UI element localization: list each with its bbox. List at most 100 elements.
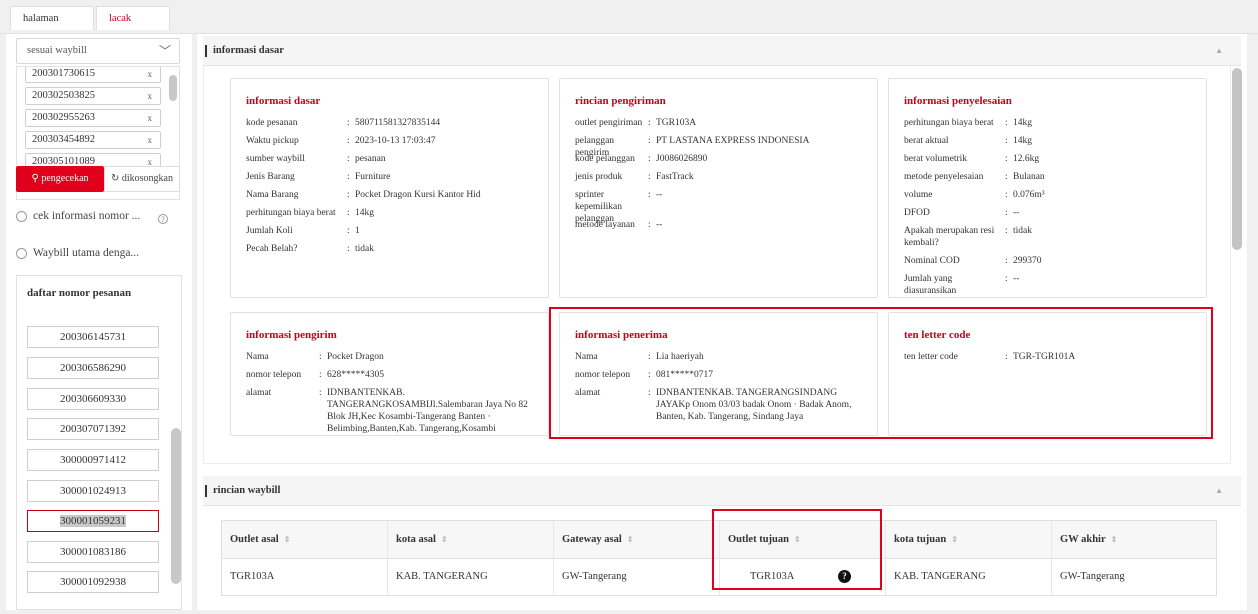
clear-button-label: dikosongkan bbox=[121, 173, 173, 184]
info-key: Pecah Belah? bbox=[246, 244, 298, 254]
section-title: rincian waybill bbox=[213, 485, 281, 496]
highlight-box-destination bbox=[712, 509, 882, 590]
info-key: nomor telepon bbox=[246, 370, 302, 380]
section-title: informasi dasar bbox=[213, 45, 284, 56]
info-key: DFOD bbox=[904, 208, 930, 218]
info-value: 0.076m³ bbox=[1013, 190, 1045, 200]
sort-icon[interactable]: ⇕ bbox=[1111, 535, 1118, 544]
order-list-title: daftar nomor pesanan bbox=[16, 275, 182, 309]
column-header[interactable]: Gateway asal ⇕ bbox=[554, 521, 720, 558]
info-key: Nama Barang bbox=[246, 190, 299, 200]
info-value: 12.6kg bbox=[1013, 154, 1040, 164]
order-item[interactable]: 200307071392 bbox=[27, 418, 159, 440]
info-key: outlet pengiriman bbox=[575, 118, 643, 128]
card-title: informasi dasar bbox=[246, 95, 321, 107]
waybill-chip: 200303454892 x bbox=[25, 131, 161, 149]
info-value: tidak bbox=[1013, 226, 1032, 236]
card-title: rincian pengiriman bbox=[575, 95, 666, 107]
info-key: sumber waybill bbox=[246, 154, 305, 164]
info-value: 14kg bbox=[355, 208, 374, 218]
column-label: kota asal bbox=[396, 534, 436, 545]
card-title: informasi penyelesaian bbox=[904, 95, 1012, 107]
order-item[interactable]: 200306586290 bbox=[27, 357, 159, 379]
sort-icon[interactable]: ⇕ bbox=[284, 535, 291, 544]
info-value: IDNBANTENKAB. TANGERANGKOSAMBIJl.Salemba… bbox=[327, 388, 528, 434]
info-value: -- bbox=[1013, 274, 1020, 284]
info-key: metode layanan bbox=[575, 220, 635, 230]
remove-icon[interactable]: x bbox=[148, 88, 153, 104]
option-label: Waybill utama denga... bbox=[33, 247, 140, 259]
remove-icon[interactable]: x bbox=[148, 67, 153, 82]
waybill-chip-value: 200301730615 bbox=[32, 68, 95, 79]
info-key: berat volumetrik bbox=[904, 154, 968, 164]
order-item[interactable]: 300001083186 bbox=[27, 541, 159, 563]
scrollbar[interactable] bbox=[171, 428, 181, 584]
radio-button[interactable] bbox=[16, 210, 27, 222]
highlight-box-recipient bbox=[549, 307, 1213, 439]
collapse-icon[interactable]: ▲ bbox=[1215, 476, 1223, 506]
column-header[interactable]: kota tujuan ⇕ bbox=[886, 521, 1052, 558]
waybill-chip: 200302503825 x bbox=[25, 87, 161, 105]
option-main-waybill[interactable]: Waybill utama denga... bbox=[16, 247, 139, 259]
order-item[interactable]: 300001024913 bbox=[27, 480, 159, 502]
info-key: Jumlah Koli bbox=[246, 226, 293, 236]
table-cell: KAB. TANGERANG bbox=[388, 559, 554, 595]
info-value: tidak bbox=[355, 244, 374, 254]
info-value: FastTrack bbox=[656, 172, 694, 182]
waybill-chip: 200302955263 x bbox=[25, 109, 161, 127]
info-value: 1 bbox=[355, 226, 360, 236]
tab-home[interactable]: halaman utama bbox=[10, 6, 94, 48]
remove-icon[interactable]: x bbox=[148, 132, 153, 148]
card-title: informasi pengirim bbox=[246, 329, 337, 341]
info-value: Pocket Dragon Kursi Kantor Hid bbox=[355, 190, 481, 200]
scrollbar[interactable] bbox=[169, 75, 177, 101]
option-check-number[interactable]: cek informasi nomor ... bbox=[16, 210, 140, 222]
search-panel: sesuai waybill ﹀ 200301730615 x 200302503… bbox=[6, 34, 192, 610]
chevron-down-icon: ﹀ bbox=[158, 44, 171, 58]
order-item[interactable]: 200306609330 bbox=[27, 388, 159, 410]
order-item[interactable]: 200306145731 bbox=[27, 326, 159, 348]
search-mode-select[interactable]: sesuai waybill ﹀ bbox=[16, 38, 180, 64]
column-header[interactable]: kota asal ⇕ bbox=[388, 521, 554, 558]
info-value: 2023-10-13 17:03:47 bbox=[355, 136, 436, 146]
card-basic-info: informasi dasar kode pesanan:58071158132… bbox=[230, 78, 549, 298]
search-button-label: pengecekan bbox=[41, 173, 89, 184]
sort-icon[interactable]: ⇕ bbox=[441, 535, 448, 544]
waybill-chip-value: 200302503825 bbox=[32, 90, 95, 101]
section-header-basic[interactable]: informasi dasar ▲ bbox=[203, 36, 1241, 66]
info-value: 14kg bbox=[1013, 136, 1032, 146]
column-header[interactable]: Outlet asal ⇕ bbox=[222, 521, 388, 558]
info-key: perhitungan biaya berat bbox=[904, 118, 994, 128]
order-item-active[interactable]: 300001059231 bbox=[27, 510, 159, 532]
info-key: berat aktual bbox=[904, 136, 949, 146]
info-key: Apakah merupakan resi kembali? bbox=[904, 226, 995, 248]
remove-icon[interactable]: x bbox=[148, 110, 153, 126]
radio-button[interactable] bbox=[16, 247, 27, 259]
info-key: kode pesanan bbox=[246, 118, 298, 128]
tab-track-package[interactable]: lacak paket× bbox=[96, 6, 170, 48]
table-cell: GW-Tangerang bbox=[1060, 571, 1125, 582]
info-value: 580711581327835144 bbox=[355, 118, 441, 128]
order-item[interactable]: 300000971412 bbox=[27, 449, 159, 471]
search-button[interactable]: ⚲ pengecekan bbox=[16, 166, 104, 192]
card-sender-info: informasi pengirim Nama: Pocket Dragon no… bbox=[230, 312, 549, 436]
column-label: Outlet asal bbox=[230, 534, 279, 545]
order-list: 200306145731 200306586290 200306609330 2… bbox=[16, 308, 182, 610]
info-key: volume bbox=[904, 190, 933, 200]
help-icon[interactable]: ? bbox=[158, 214, 168, 224]
clear-button[interactable]: ↻ dikosongkan bbox=[104, 166, 180, 192]
sort-icon[interactable]: ⇕ bbox=[951, 535, 958, 544]
section-header-waybill[interactable]: rincian waybill ▲ bbox=[203, 476, 1241, 506]
option-label: cek informasi nomor ... bbox=[33, 210, 141, 222]
column-header[interactable]: GW akhir ⇕ bbox=[1052, 521, 1216, 558]
collapse-icon[interactable]: ▲ bbox=[1215, 36, 1223, 66]
main-scrollbar[interactable] bbox=[1232, 68, 1242, 250]
search-icon: ⚲ bbox=[31, 173, 42, 184]
info-value: Pocket Dragon bbox=[327, 352, 384, 362]
column-label: kota tujuan bbox=[894, 534, 947, 545]
info-value: -- bbox=[1013, 208, 1020, 218]
info-value: PT LASTANA EXPRESS INDONESIA bbox=[656, 136, 810, 146]
refresh-icon: ↻ bbox=[111, 173, 122, 184]
order-item[interactable]: 300001092938 bbox=[27, 571, 159, 593]
sort-icon[interactable]: ⇕ bbox=[627, 535, 634, 544]
